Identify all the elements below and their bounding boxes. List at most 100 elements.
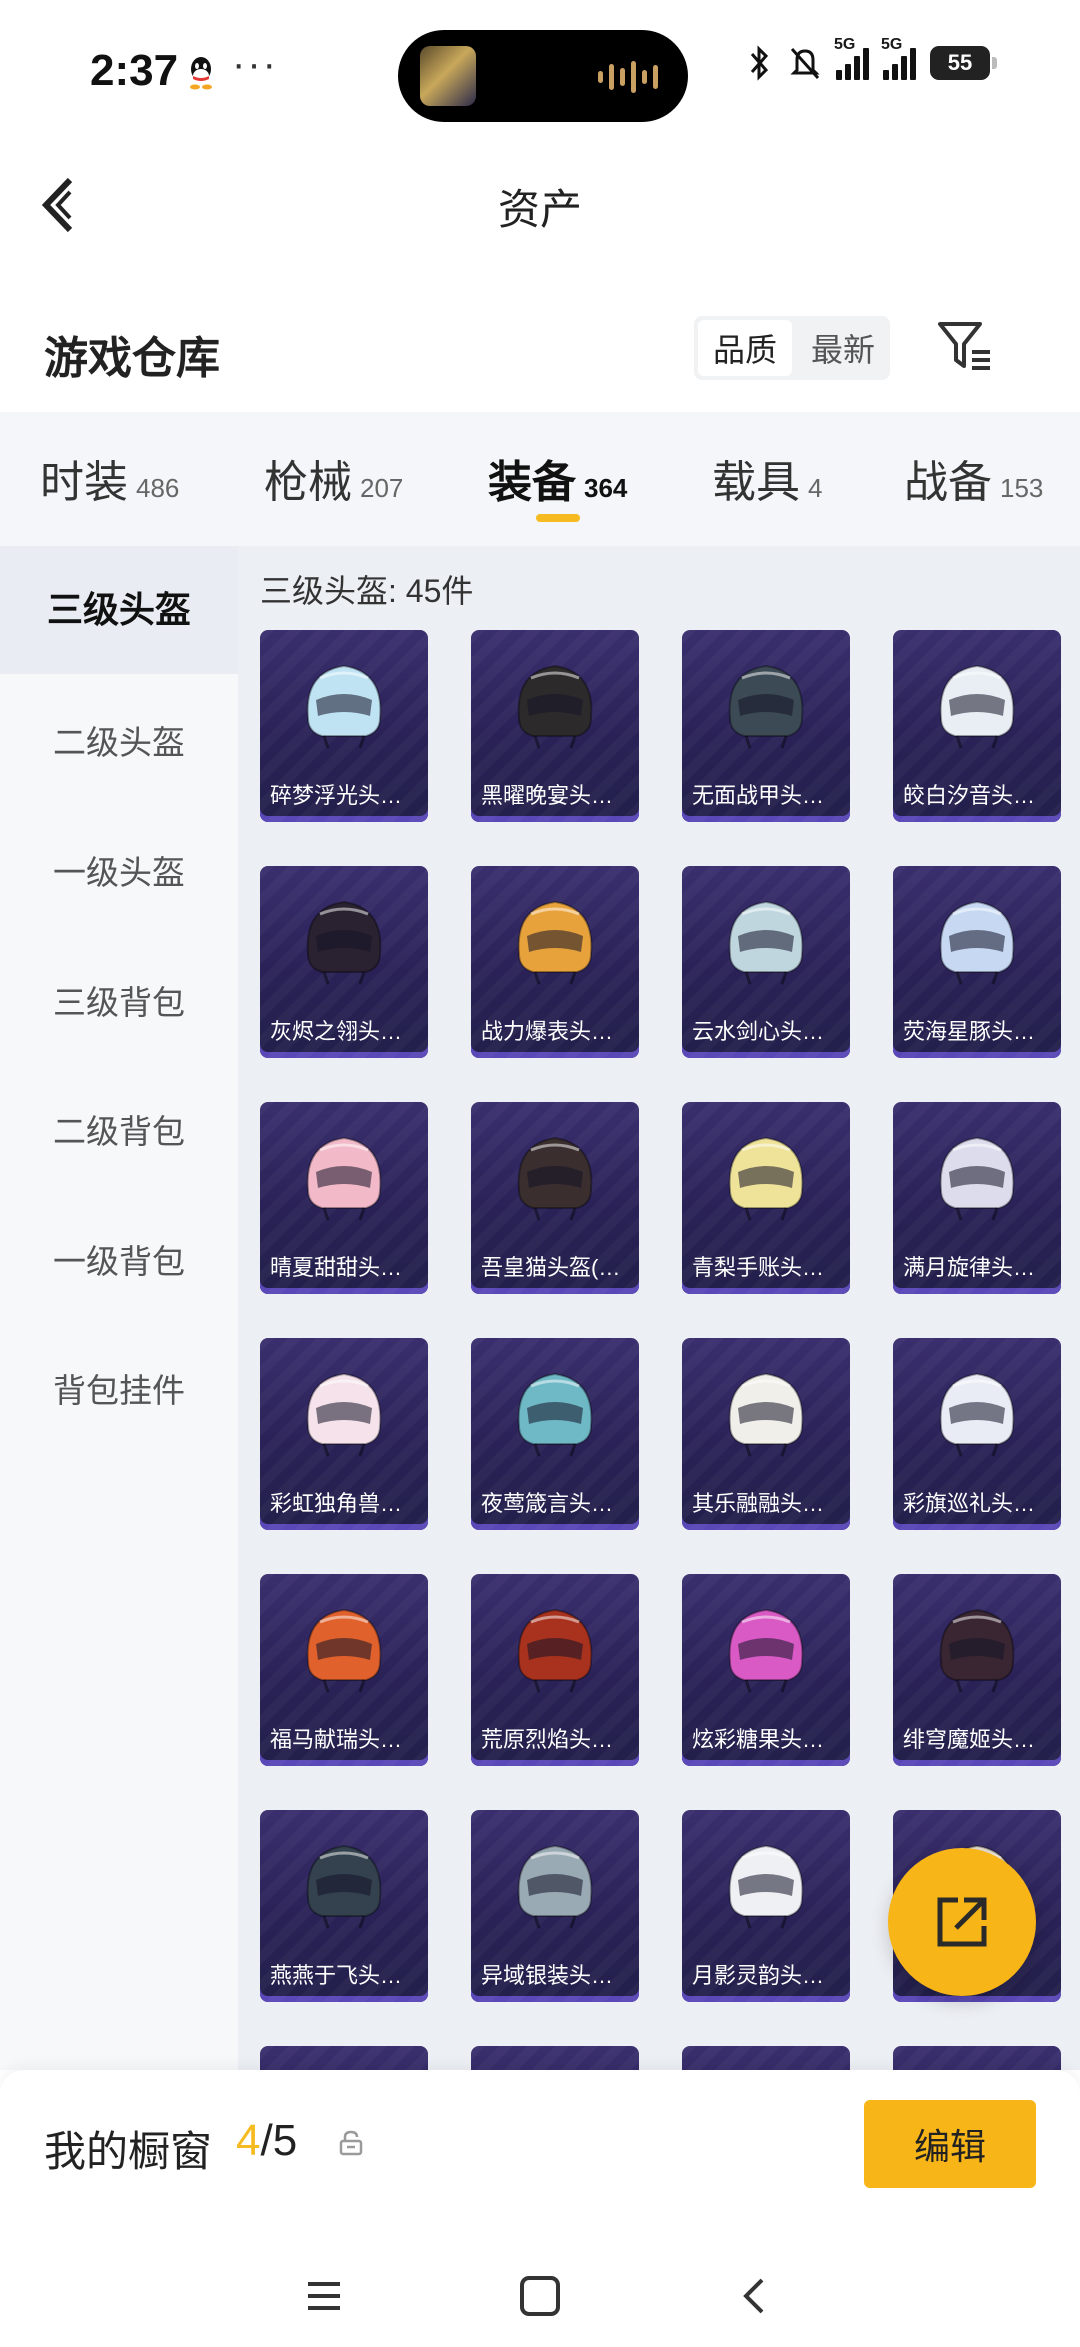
item-name: 异域银装头… (481, 1963, 614, 1988)
bluetooth-icon (750, 45, 769, 81)
helmet-icon (927, 884, 1027, 992)
item-name: 荧海星豚头… (903, 1019, 1036, 1044)
sort-toggle: 品质 最新 (694, 316, 890, 380)
sidebar-item-level2-backpack[interactable]: 二级背包 (0, 1105, 238, 1153)
qq-icon (190, 57, 212, 90)
item-card[interactable]: 战力爆表头… (471, 866, 639, 1058)
item-card[interactable]: 灰烬之翎头… (260, 866, 428, 1058)
tab-vehicles[interactable]: 载具 4 (712, 446, 822, 510)
sidebar-item-level2-helmet[interactable]: 二级头盔 (0, 716, 238, 764)
item-card[interactable]: 云水剑心头… (682, 866, 850, 1058)
helmet-icon (294, 1356, 394, 1464)
back-icon[interactable] (726, 2266, 786, 2326)
item-card[interactable]: 荧海星豚头… (893, 866, 1061, 1058)
filter-icon[interactable] (936, 318, 994, 374)
item-name: 战力爆表头… (481, 1019, 614, 1044)
helmet-icon (927, 1120, 1027, 1228)
helmet-icon (505, 1828, 605, 1936)
item-name: 无面战甲头… (692, 783, 825, 808)
item-card[interactable]: 满月旋律头… (893, 1102, 1061, 1294)
item-name: 燕燕于飞头… (270, 1963, 403, 1988)
active-tab-indicator (536, 514, 580, 522)
tab-firearms[interactable]: 枪械 207 (264, 446, 403, 510)
item-count-label: 三级头盔: 45件 (260, 573, 474, 609)
status-icons: 5G 5G 55 (746, 36, 997, 82)
item-name: 灰烬之翎头… (270, 1019, 403, 1044)
tab-supplies[interactable]: 战备 153 (904, 446, 1043, 510)
item-card[interactable]: 燕燕于飞头… (260, 1810, 428, 2002)
item-card[interactable]: 彩旗巡礼头… (893, 1338, 1061, 1530)
menu-icon[interactable] (294, 2266, 354, 2326)
category-tabs: 时装 486 枪械 207 装备 364 载具 4 战备 153 (0, 412, 1080, 546)
item-name: 绯穹魔姬头… (903, 1727, 1036, 1752)
item-name: 夜莺箴言头… (481, 1491, 614, 1516)
share-icon (937, 1897, 987, 1947)
helmet-icon (505, 1120, 605, 1228)
helmet-icon (716, 1592, 816, 1700)
dynamic-island[interactable] (398, 30, 688, 122)
item-card[interactable]: 月影灵韵头… (682, 1810, 850, 2002)
helmet-icon (294, 884, 394, 992)
item-name: 月影灵韵头… (692, 1963, 825, 1988)
item-card[interactable]: 其乐融融头… (682, 1338, 850, 1530)
item-card[interactable] (682, 2046, 850, 2070)
item-card[interactable]: 黑曜晚宴头… (471, 630, 639, 822)
helmet-icon (294, 1120, 394, 1228)
item-card[interactable]: 彩虹独角兽… (260, 1338, 428, 1530)
sidebar-item-level3-backpack[interactable]: 三级背包 (0, 976, 238, 1024)
showcase-label: 我的橱窗 (44, 2128, 213, 2175)
item-name: 皎白汐音头… (903, 783, 1036, 808)
page-title: 资产 (497, 186, 582, 233)
item-name: 吾皇猫头盔(… (481, 1255, 621, 1280)
item-card[interactable]: 绯穹魔姬头… (893, 1574, 1061, 1766)
item-card[interactable]: 福马献瑞头… (260, 1574, 428, 1766)
item-card[interactable]: 夜莺箴言头… (471, 1338, 639, 1530)
helmet-icon (294, 1592, 394, 1700)
helmet-icon (927, 1356, 1027, 1464)
edit-button[interactable]: 编辑 (864, 2100, 1036, 2188)
helmet-icon (927, 648, 1027, 756)
item-name: 其乐融融头… (692, 1491, 825, 1516)
system-navbar (0, 2246, 1080, 2346)
item-card[interactable]: 炫彩糖果头… (682, 1574, 850, 1766)
item-card[interactable]: 异域银装头… (471, 1810, 639, 2002)
sort-newest-button[interactable]: 最新 (796, 316, 890, 380)
showcase-bar: 我的橱窗 4/5 编辑 (0, 2070, 1080, 2347)
sidebar-item-level1-backpack[interactable]: 一级背包 (0, 1235, 238, 1283)
sidebar-item-level3-helmet[interactable]: 三级头盔 (0, 546, 238, 674)
item-name: 黑曜晚宴头… (481, 783, 614, 808)
item-name: 青梨手账头… (692, 1255, 825, 1280)
share-button[interactable] (888, 1848, 1036, 1996)
sidebar-item-level1-helmet[interactable]: 一级头盔 (0, 846, 238, 894)
helmet-icon (716, 1356, 816, 1464)
helmet-icon (505, 648, 605, 756)
item-card[interactable] (260, 2046, 428, 2070)
sort-quality-button[interactable]: 品质 (698, 320, 792, 376)
item-card[interactable] (471, 2046, 639, 2070)
helmet-icon (505, 1592, 605, 1700)
media-thumbnail (420, 46, 476, 106)
helmet-icon (716, 884, 816, 992)
item-card[interactable]: 青梨手账头… (682, 1102, 850, 1294)
helmet-icon (716, 1828, 816, 1936)
home-icon[interactable] (510, 2266, 570, 2326)
lock-icon (339, 2130, 363, 2156)
tab-equipment[interactable]: 装备 364 (488, 446, 627, 510)
warehouse-title: 游戏仓库 (44, 334, 220, 383)
item-name: 福马献瑞头… (270, 1727, 403, 1752)
item-card[interactable]: 晴夏甜甜头… (260, 1102, 428, 1294)
item-card[interactable]: 碎梦浮光头… (260, 630, 428, 822)
signal-2-icon: 5G (881, 36, 916, 80)
item-card[interactable]: 荒原烈焰头… (471, 1574, 639, 1766)
more-notifications-icon: ··· (232, 42, 278, 86)
item-card[interactable]: 吾皇猫头盔(… (471, 1102, 639, 1294)
mute-bell-icon (790, 47, 820, 80)
helmet-icon (716, 648, 816, 756)
battery-indicator: 55 (930, 46, 997, 80)
sidebar-item-backpack-charm[interactable]: 背包挂件 (0, 1364, 238, 1412)
item-card[interactable]: 无面战甲头… (682, 630, 850, 822)
item-card[interactable] (893, 2046, 1061, 2070)
item-card[interactable]: 皎白汐音头… (893, 630, 1061, 822)
helmet-icon (927, 1592, 1027, 1700)
tab-fashion[interactable]: 时装 486 (40, 446, 179, 510)
